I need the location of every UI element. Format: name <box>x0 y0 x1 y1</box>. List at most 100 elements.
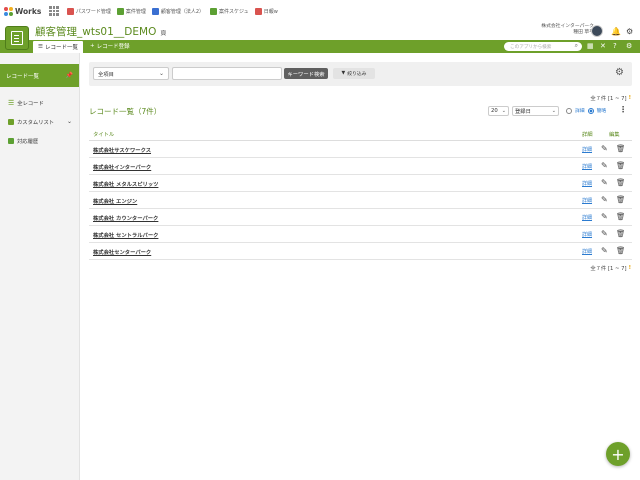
radio-simple[interactable] <box>587 107 594 114</box>
edit-icon[interactable]: ✎ <box>601 178 608 187</box>
user-info: 株式会社インターパーク 種田 草平 <box>541 24 594 36</box>
top-bar: Works パスワード管理 案件管理 顧客管理（法人2） 案件スケジュ 日報w <box>0 0 640 22</box>
keyword-input[interactable] <box>172 67 282 80</box>
count-text: 全７件 [1 ~ 7] <box>590 96 627 102</box>
chevron-down-icon: ⌄ <box>551 108 556 114</box>
avatar[interactable] <box>591 25 603 37</box>
detail-link[interactable]: 詳細 <box>582 248 592 255</box>
record-title-link[interactable]: 株式会社センターパーク <box>93 248 151 256</box>
gear-icon[interactable]: ⚙ <box>626 27 633 36</box>
person-app-icon <box>151 7 159 15</box>
tab-label: レコード登録 <box>96 44 130 50</box>
info-icon[interactable]: ! <box>629 95 631 101</box>
list-title: レコード一覧（7件） <box>89 107 162 116</box>
trash-icon[interactable]: 🗑 <box>616 229 626 238</box>
detail-link[interactable]: 詳細 <box>582 231 592 238</box>
sidebar-item-all-records[interactable]: ☰ 全レコード <box>0 93 79 112</box>
trash-icon[interactable]: 🗑 <box>616 195 626 204</box>
trash-icon[interactable]: 🗑 <box>616 212 626 221</box>
list-settings-icon[interactable]: ⚙ <box>615 67 624 78</box>
logo-dots-icon <box>4 6 13 16</box>
settings-icon[interactable]: ⚙ <box>626 42 632 50</box>
help-icon[interactable]: ? <box>613 42 617 50</box>
detail-link[interactable]: 詳細 <box>582 163 592 170</box>
list-icon: ☰ <box>38 44 43 50</box>
detail-link[interactable]: 詳細 <box>582 180 592 187</box>
per-page-select[interactable]: 20 ⌄ <box>488 106 509 116</box>
app-title-suffix: 頁 <box>160 30 167 37</box>
folder-icon <box>8 118 14 125</box>
sidebar-item-history[interactable]: 対応履歴 <box>0 131 79 150</box>
record-title-link[interactable]: 株式会社 エンジン <box>93 197 137 205</box>
app-shortcut-customers[interactable]: 顧客管理（法人2） <box>151 7 205 15</box>
radio-detail-label: 詳細 <box>575 109 585 114</box>
chevron-down-icon: ⌄ <box>501 108 506 114</box>
detail-link[interactable]: 詳細 <box>582 214 592 221</box>
edit-icon[interactable]: ✎ <box>601 144 608 153</box>
app-shortcut-projects[interactable]: 案件管理 <box>116 7 146 15</box>
app-grid-icon[interactable] <box>49 6 59 16</box>
app-shortcut-password[interactable]: パスワード管理 <box>66 7 111 15</box>
filter-label: 絞り込み <box>347 72 367 77</box>
edit-icon[interactable]: ✎ <box>601 161 608 170</box>
record-title-link[interactable]: 株式会社 カウンターパーク <box>93 214 158 222</box>
trash-icon[interactable]: 🗑 <box>616 161 626 170</box>
trash-icon[interactable]: 🗑 <box>616 144 626 153</box>
table-row: 株式会社 カウンターパーク 詳細 ✎ 🗑 <box>89 209 632 226</box>
tab-label: レコード一覧 <box>44 45 78 51</box>
bell-icon[interactable]: 🔔 <box>611 27 621 36</box>
table-row: 株式会社 セントラルパーク 詳細 ✎ 🗑 <box>89 226 632 243</box>
app-shortcut-label: 日報w <box>263 8 278 15</box>
more-options-icon[interactable]: ⋮ <box>619 105 627 114</box>
search-icon[interactable]: ⌕ <box>575 42 578 50</box>
record-title-link[interactable]: 株式会社インターパーク <box>93 163 151 171</box>
trash-icon[interactable]: 🗑 <box>616 246 626 255</box>
app-shortcut-daily-report[interactable]: 日報w <box>254 7 278 15</box>
record-title-link[interactable]: 株式会社サスケワークス <box>93 146 151 154</box>
filter-button[interactable]: ▼ 絞り込み <box>333 68 375 79</box>
sidebar-item-custom-list[interactable]: カスタムリスト ⌄ <box>0 112 79 131</box>
record-title-link[interactable]: 株式会社 セントラルパーク <box>93 231 158 239</box>
radio-detail[interactable] <box>566 107 572 114</box>
pin-icon[interactable]: 📌 <box>66 72 73 79</box>
table-row: 株式会社センターパーク 詳細 ✎ 🗑 <box>89 243 632 260</box>
sidebar-item-label: カスタムリスト <box>17 119 55 126</box>
sort-select[interactable]: 登録日 ⌄ <box>512 106 559 116</box>
app-shortcut-label: 顧客管理（法人2） <box>160 8 205 15</box>
add-record-button[interactable]: + <box>606 442 630 466</box>
field-select[interactable]: 全項目 ⌄ <box>93 67 169 80</box>
plus-icon: + <box>90 43 95 49</box>
view-mode-toggle: 詳細 簡略 <box>566 107 606 114</box>
edit-icon[interactable]: ✎ <box>601 195 608 204</box>
edit-icon[interactable]: ✎ <box>601 212 608 221</box>
trash-icon[interactable]: 🗑 <box>616 178 626 187</box>
detail-link[interactable]: 詳細 <box>582 146 592 153</box>
keyword-search-button[interactable]: キーワード検索 <box>284 68 328 79</box>
user-name: 種田 草平 <box>573 30 594 35</box>
edit-icon[interactable]: ✎ <box>601 229 608 238</box>
works-logo[interactable]: Works <box>4 6 41 16</box>
app-shortcut-label: 案件管理 <box>125 8 146 15</box>
report-app-icon <box>254 7 262 15</box>
app-shortcut-label: 案件スケジュ <box>219 8 249 15</box>
table-row: 株式会社サスケワークス 詳細 ✎ 🗑 <box>89 141 632 158</box>
column-title: タイトル <box>93 132 115 138</box>
record-count-bottom: 全７件 [1 ~ 7] ! <box>590 264 631 272</box>
sidebar-header[interactable]: レコード一覧 📌 <box>0 64 79 87</box>
count-text: 全７件 [1 ~ 7] <box>590 266 627 272</box>
app-search-input[interactable]: このアプリから検索 ⌕ <box>504 42 582 51</box>
chevron-down-icon: ⌄ <box>158 70 164 77</box>
app-title-text: 顧客管理_wts01__DEMO <box>35 26 157 38</box>
check-app-icon <box>210 7 218 15</box>
tab-record-add[interactable]: + レコード登録 <box>90 42 130 50</box>
app-shortcut-schedule[interactable]: 案件スケジュ <box>210 7 249 15</box>
grid-view-icon[interactable]: ▦ <box>587 42 594 50</box>
info-icon[interactable]: ! <box>629 265 631 271</box>
app-logo-icon[interactable] <box>5 26 29 50</box>
chevron-down-icon[interactable]: ⌄ <box>67 118 72 125</box>
tools-icon[interactable]: ✕ <box>600 42 606 50</box>
record-title-link[interactable]: 株式会社 メタルスピリッツ <box>93 180 158 188</box>
detail-link[interactable]: 詳細 <box>582 197 592 204</box>
tab-record-list[interactable]: ☰ レコード一覧 <box>33 41 83 53</box>
edit-icon[interactable]: ✎ <box>601 246 608 255</box>
